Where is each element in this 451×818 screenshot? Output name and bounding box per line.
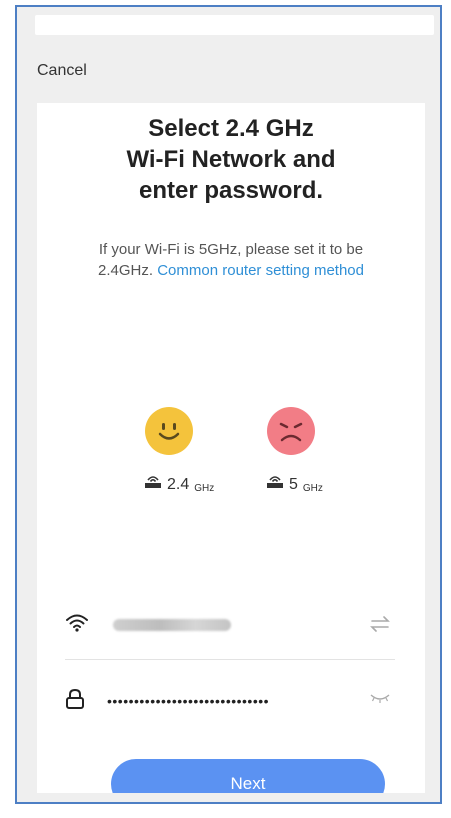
band-unit: GHz: [194, 483, 215, 494]
title-line-1: Select 2.4 GHz: [148, 115, 314, 142]
sad-face-icon: [267, 407, 315, 455]
wifi-icon: [65, 613, 89, 638]
cancel-button[interactable]: Cancel: [37, 62, 87, 80]
router-icon: [265, 473, 285, 494]
band-value: 5: [289, 476, 298, 493]
lock-icon: [65, 688, 85, 715]
switch-network-icon[interactable]: [369, 615, 391, 638]
band-2-4ghz: 2.4 GHz: [143, 473, 214, 494]
band-value: 2.4: [167, 476, 190, 493]
next-button[interactable]: Next: [111, 759, 385, 793]
phone-frame: Cancel Select 2.4 GHz Wi-Fi Network and …: [15, 5, 442, 804]
wifi-network-field[interactable]: [65, 603, 395, 647]
password-input[interactable]: ••••••••••••••••••••••••••••••: [107, 693, 327, 709]
band-5ghz: 5 GHz: [265, 473, 323, 494]
page-title: Select 2.4 GHz Wi-Fi Network and enter p…: [37, 113, 425, 206]
band-unit: GHz: [302, 483, 323, 494]
eye-closed-icon[interactable]: [369, 691, 391, 710]
router-icon: [143, 473, 163, 494]
instruction-text: If your Wi-Fi is 5GHz, please set it to …: [81, 239, 381, 281]
status-bar: [35, 15, 434, 35]
title-line-3: enter password.: [138, 177, 324, 204]
network-name-blurred: [113, 619, 231, 631]
divider: [65, 659, 395, 660]
router-setting-link[interactable]: Common router setting method: [157, 262, 364, 279]
title-line-2: Wi-Fi Network and: [126, 146, 336, 173]
password-field[interactable]: ••••••••••••••••••••••••••••••: [65, 679, 395, 723]
wifi-setup-card: Select 2.4 GHz Wi-Fi Network and enter p…: [37, 103, 425, 793]
happy-face-icon: [145, 407, 193, 455]
